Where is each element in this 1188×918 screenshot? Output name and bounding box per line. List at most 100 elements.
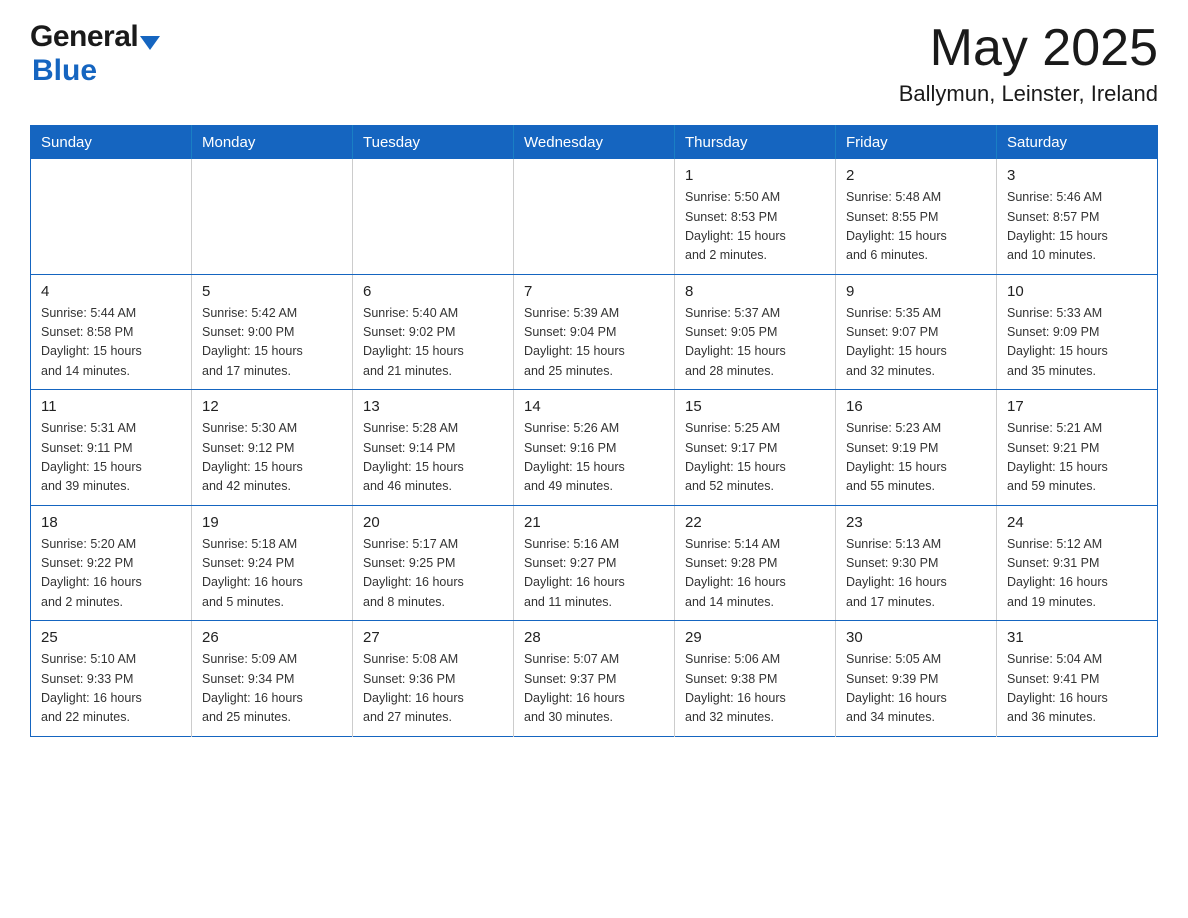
weekday-header-wednesday: Wednesday [514, 126, 675, 160]
day-info: Sunrise: 5:13 AM Sunset: 9:30 PM Dayligh… [846, 535, 986, 613]
page-header: General Blue May 2025 Ballymun, Leinster… [30, 20, 1158, 107]
weekday-header-monday: Monday [192, 126, 353, 160]
day-info: Sunrise: 5:42 AM Sunset: 9:00 PM Dayligh… [202, 304, 342, 382]
day-info: Sunrise: 5:10 AM Sunset: 9:33 PM Dayligh… [41, 650, 181, 728]
day-info: Sunrise: 5:35 AM Sunset: 9:07 PM Dayligh… [846, 304, 986, 382]
calendar-week-row: 4 Sunrise: 5:44 AM Sunset: 8:58 PM Daylig… [31, 274, 1158, 390]
day-info: Sunrise: 5:50 AM Sunset: 8:53 PM Dayligh… [685, 188, 825, 266]
day-number: 31 [1007, 629, 1147, 646]
day-info: Sunrise: 5:40 AM Sunset: 9:02 PM Dayligh… [363, 304, 503, 382]
day-info: Sunrise: 5:18 AM Sunset: 9:24 PM Dayligh… [202, 535, 342, 613]
calendar-week-row: 1 Sunrise: 5:50 AM Sunset: 8:53 PM Daylig… [31, 159, 1158, 274]
day-info: Sunrise: 5:44 AM Sunset: 8:58 PM Dayligh… [41, 304, 181, 382]
day-info: Sunrise: 5:37 AM Sunset: 9:05 PM Dayligh… [685, 304, 825, 382]
day-info: Sunrise: 5:14 AM Sunset: 9:28 PM Dayligh… [685, 535, 825, 613]
day-number: 15 [685, 398, 825, 415]
weekday-header-thursday: Thursday [675, 126, 836, 160]
calendar-cell: 12Sunrise: 5:30 AM Sunset: 9:12 PM Dayli… [192, 390, 353, 506]
calendar-week-row: 25 Sunrise: 5:10 AM Sunset: 9:33 PM Dayli… [31, 621, 1158, 737]
day-info: Sunrise: 5:20 AM Sunset: 9:22 PM Dayligh… [41, 535, 181, 613]
day-info: Sunrise: 5:26 AM Sunset: 9:16 PM Dayligh… [524, 419, 664, 497]
day-info: Sunrise: 5:06 AM Sunset: 9:38 PM Dayligh… [685, 650, 825, 728]
day-number: 20 [363, 514, 503, 531]
calendar-cell: 10 Sunrise: 5:33 AM Sunset: 9:09 PM Dayli… [997, 274, 1158, 390]
day-number: 22 [685, 514, 825, 531]
calendar-cell: 26Sunrise: 5:09 AM Sunset: 9:34 PM Dayli… [192, 621, 353, 737]
day-info: Sunrise: 5:08 AM Sunset: 9:36 PM Dayligh… [363, 650, 503, 728]
calendar-cell: 28 Sunrise: 5:07 AM Sunset: 9:37 PM Dayli… [514, 621, 675, 737]
calendar-cell: 24Sunrise: 5:12 AM Sunset: 9:31 PM Dayli… [997, 505, 1158, 621]
weekday-header-tuesday: Tuesday [353, 126, 514, 160]
day-number: 23 [846, 514, 986, 531]
title-area: May 2025 Ballymun, Leinster, Ireland [899, 20, 1158, 107]
day-info: Sunrise: 5:46 AM Sunset: 8:57 PM Dayligh… [1007, 188, 1147, 266]
day-number: 12 [202, 398, 342, 415]
calendar-cell: 14 Sunrise: 5:26 AM Sunset: 9:16 PM Dayli… [514, 390, 675, 506]
day-number: 1 [685, 167, 825, 184]
logo-blue-text: Blue [30, 54, 97, 87]
day-number: 16 [846, 398, 986, 415]
day-number: 11 [41, 398, 181, 415]
day-number: 30 [846, 629, 986, 646]
day-number: 18 [41, 514, 181, 531]
calendar-cell: 17 Sunrise: 5:21 AM Sunset: 9:21 PM Dayli… [997, 390, 1158, 506]
weekday-header-sunday: Sunday [31, 126, 192, 160]
calendar-cell: 27 Sunrise: 5:08 AM Sunset: 9:36 PM Dayli… [353, 621, 514, 737]
day-info: Sunrise: 5:23 AM Sunset: 9:19 PM Dayligh… [846, 419, 986, 497]
calendar-week-row: 11 Sunrise: 5:31 AM Sunset: 9:11 PM Dayli… [31, 390, 1158, 506]
calendar-cell: 13Sunrise: 5:28 AM Sunset: 9:14 PM Dayli… [353, 390, 514, 506]
month-title: May 2025 [899, 20, 1158, 77]
calendar-cell: 31Sunrise: 5:04 AM Sunset: 9:41 PM Dayli… [997, 621, 1158, 737]
calendar-cell [353, 159, 514, 274]
day-info: Sunrise: 5:33 AM Sunset: 9:09 PM Dayligh… [1007, 304, 1147, 382]
calendar-cell: 8 Sunrise: 5:37 AM Sunset: 9:05 PM Daylig… [675, 274, 836, 390]
calendar-cell [514, 159, 675, 274]
calendar-cell: 20 Sunrise: 5:17 AM Sunset: 9:25 PM Dayli… [353, 505, 514, 621]
day-info: Sunrise: 5:16 AM Sunset: 9:27 PM Dayligh… [524, 535, 664, 613]
day-number: 24 [1007, 514, 1147, 531]
calendar-cell: 16 Sunrise: 5:23 AM Sunset: 9:19 PM Dayli… [836, 390, 997, 506]
weekday-header-saturday: Saturday [997, 126, 1158, 160]
day-number: 2 [846, 167, 986, 184]
calendar-table: SundayMondayTuesdayWednesdayThursdayFrid… [30, 125, 1158, 737]
day-info: Sunrise: 5:31 AM Sunset: 9:11 PM Dayligh… [41, 419, 181, 497]
calendar-cell: 6 Sunrise: 5:40 AM Sunset: 9:02 PM Daylig… [353, 274, 514, 390]
calendar-cell: 21Sunrise: 5:16 AM Sunset: 9:27 PM Dayli… [514, 505, 675, 621]
day-number: 28 [524, 629, 664, 646]
day-number: 5 [202, 283, 342, 300]
calendar-cell: 15Sunrise: 5:25 AM Sunset: 9:17 PM Dayli… [675, 390, 836, 506]
day-number: 14 [524, 398, 664, 415]
calendar-cell: 23 Sunrise: 5:13 AM Sunset: 9:30 PM Dayli… [836, 505, 997, 621]
logo-arrow-icon [140, 36, 160, 50]
calendar-cell: 18 Sunrise: 5:20 AM Sunset: 9:22 PM Dayli… [31, 505, 192, 621]
day-number: 19 [202, 514, 342, 531]
day-number: 10 [1007, 283, 1147, 300]
day-number: 4 [41, 283, 181, 300]
calendar-cell: 4 Sunrise: 5:44 AM Sunset: 8:58 PM Daylig… [31, 274, 192, 390]
day-number: 6 [363, 283, 503, 300]
calendar-cell: 3 Sunrise: 5:46 AM Sunset: 8:57 PM Daylig… [997, 159, 1158, 274]
day-info: Sunrise: 5:09 AM Sunset: 9:34 PM Dayligh… [202, 650, 342, 728]
day-number: 13 [363, 398, 503, 415]
day-info: Sunrise: 5:39 AM Sunset: 9:04 PM Dayligh… [524, 304, 664, 382]
day-info: Sunrise: 5:07 AM Sunset: 9:37 PM Dayligh… [524, 650, 664, 728]
day-number: 7 [524, 283, 664, 300]
day-number: 29 [685, 629, 825, 646]
day-info: Sunrise: 5:48 AM Sunset: 8:55 PM Dayligh… [846, 188, 986, 266]
calendar-cell: 29 Sunrise: 5:06 AM Sunset: 9:38 PM Dayli… [675, 621, 836, 737]
logo-general-text: General [30, 20, 138, 54]
day-number: 27 [363, 629, 503, 646]
day-number: 25 [41, 629, 181, 646]
day-number: 8 [685, 283, 825, 300]
weekday-header-row: SundayMondayTuesdayWednesdayThursdayFrid… [31, 126, 1158, 160]
calendar-cell: 22 Sunrise: 5:14 AM Sunset: 9:28 PM Dayli… [675, 505, 836, 621]
day-info: Sunrise: 5:17 AM Sunset: 9:25 PM Dayligh… [363, 535, 503, 613]
calendar-cell: 7 Sunrise: 5:39 AM Sunset: 9:04 PM Daylig… [514, 274, 675, 390]
calendar-cell: 25 Sunrise: 5:10 AM Sunset: 9:33 PM Dayli… [31, 621, 192, 737]
day-info: Sunrise: 5:21 AM Sunset: 9:21 PM Dayligh… [1007, 419, 1147, 497]
day-number: 17 [1007, 398, 1147, 415]
calendar-cell: 5 Sunrise: 5:42 AM Sunset: 9:00 PM Daylig… [192, 274, 353, 390]
day-number: 3 [1007, 167, 1147, 184]
calendar-cell: 1 Sunrise: 5:50 AM Sunset: 8:53 PM Daylig… [675, 159, 836, 274]
calendar-cell: 19 Sunrise: 5:18 AM Sunset: 9:24 PM Dayli… [192, 505, 353, 621]
